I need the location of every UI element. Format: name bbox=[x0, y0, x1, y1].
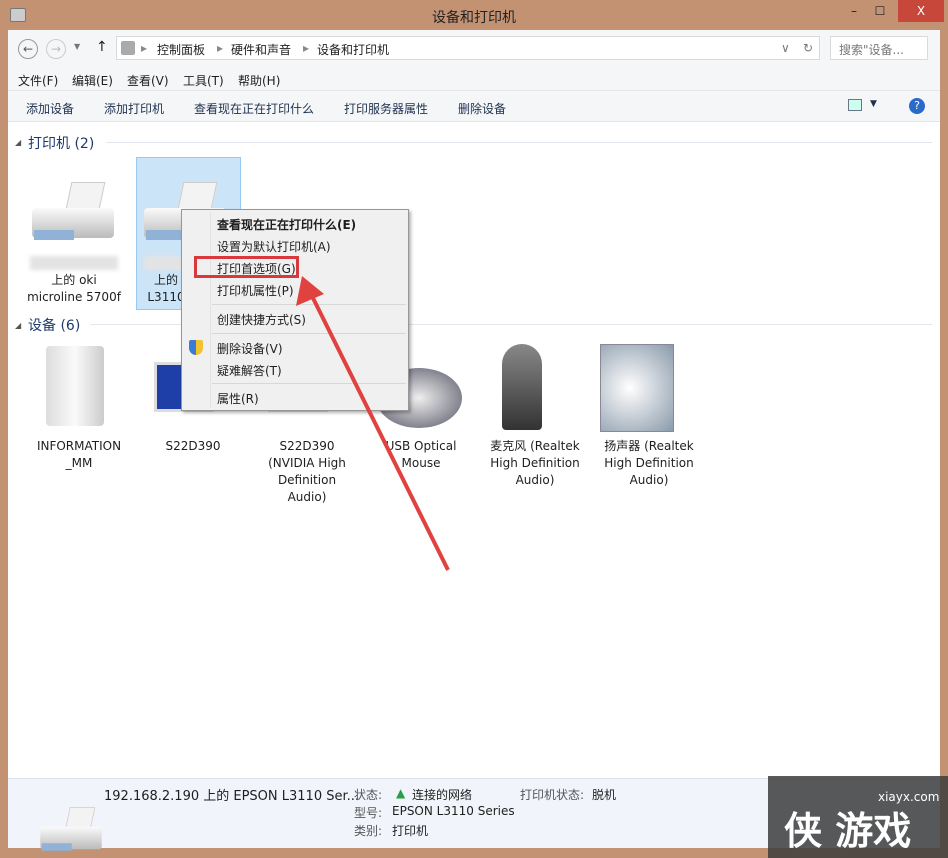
arrow-shaft bbox=[308, 291, 450, 571]
arrow-head bbox=[296, 276, 324, 306]
watermark: xiayx.com 侠 游戏 bbox=[768, 776, 948, 858]
watermark-brand: 侠 游戏 bbox=[784, 809, 912, 853]
annotation-arrow bbox=[296, 276, 450, 571]
